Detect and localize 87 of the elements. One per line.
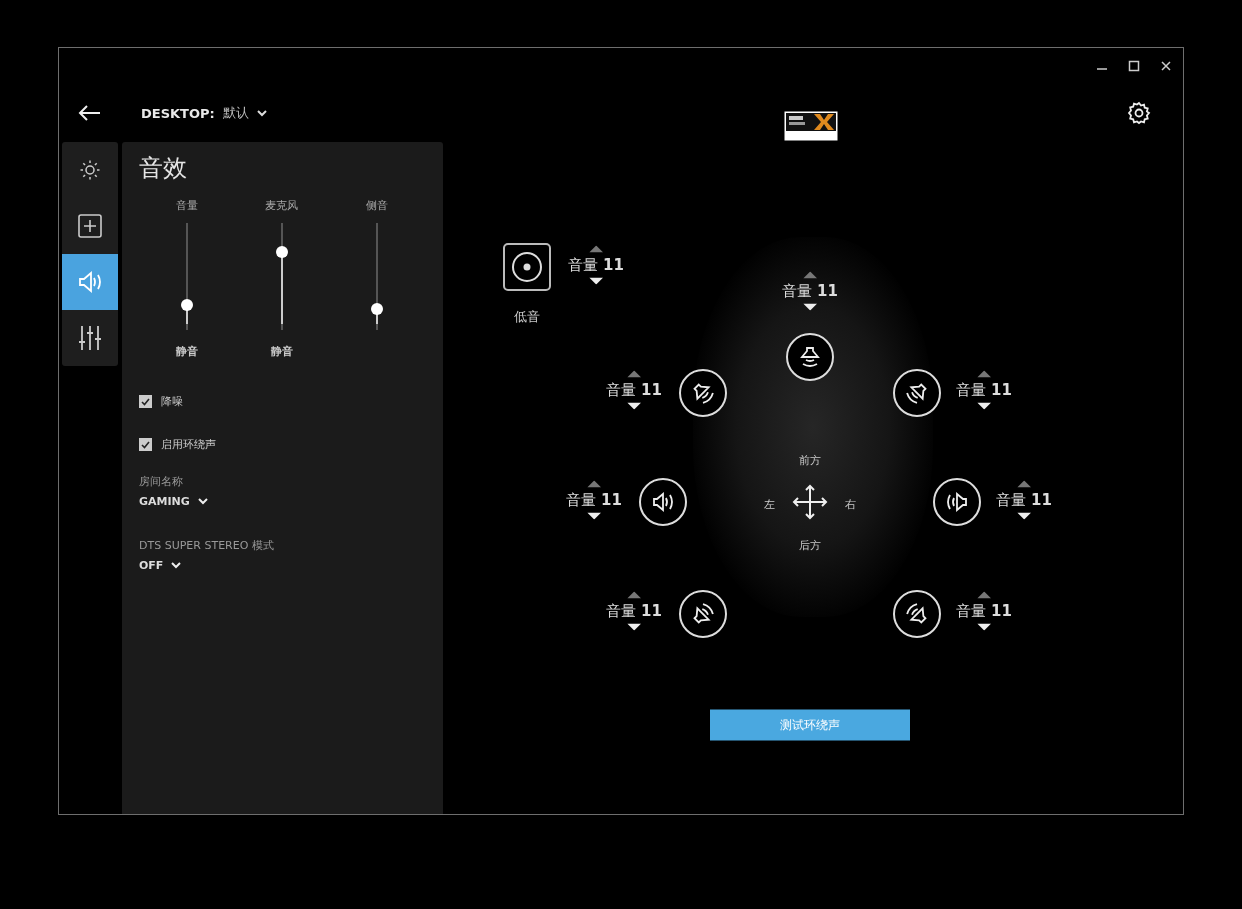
slider-label: 音量 bbox=[175, 198, 198, 213]
settings-icon bbox=[1127, 101, 1151, 125]
volume-down-button[interactable] bbox=[977, 402, 991, 410]
triangle-down-icon bbox=[803, 303, 817, 311]
volume-down-button[interactable] bbox=[1017, 512, 1031, 520]
triangle-down-icon bbox=[977, 623, 991, 631]
triangle-down-icon bbox=[587, 512, 601, 520]
slider-thumb[interactable] bbox=[370, 302, 383, 315]
direction-label: 后方 bbox=[799, 538, 821, 552]
volume-down-button[interactable] bbox=[977, 623, 991, 631]
speaker-button[interactable] bbox=[933, 478, 981, 526]
volume-up-button[interactable] bbox=[627, 591, 641, 599]
settings-button[interactable] bbox=[1127, 101, 1151, 125]
volume-label: 音量 11 bbox=[606, 380, 662, 400]
speaker-button[interactable] bbox=[679, 590, 727, 638]
volume-up-button[interactable] bbox=[803, 271, 817, 279]
volume-label: 音量 11 bbox=[956, 380, 1012, 400]
subwoofer-button[interactable] bbox=[503, 243, 551, 291]
move-icon bbox=[792, 484, 828, 520]
profile-dropdown[interactable]: DESKTOP: 默认 bbox=[141, 104, 267, 122]
dropdown[interactable]: OFF bbox=[139, 559, 182, 572]
volume-up-button[interactable] bbox=[1017, 480, 1031, 488]
volume-label: 音量 11 bbox=[996, 490, 1052, 510]
triangle-down-icon bbox=[627, 623, 641, 631]
checkbox[interactable] bbox=[139, 395, 152, 408]
triangle-up-icon bbox=[1017, 480, 1031, 488]
triangle-up-icon bbox=[977, 370, 991, 378]
logo-icon bbox=[784, 111, 838, 141]
speaker-button[interactable] bbox=[893, 590, 941, 638]
checkbox[interactable] bbox=[139, 438, 152, 451]
volume-label: 音量 11 bbox=[568, 255, 624, 275]
dropdown[interactable]: GAMING bbox=[139, 495, 208, 508]
sun-icon bbox=[79, 159, 101, 181]
chevron-down-icon bbox=[256, 109, 267, 117]
speaker-button[interactable] bbox=[639, 478, 687, 526]
close-icon bbox=[1160, 60, 1172, 72]
volume-down-button[interactable] bbox=[587, 512, 601, 520]
speaker-button[interactable] bbox=[679, 369, 727, 417]
maximize-icon bbox=[1128, 60, 1140, 72]
checkbox-label: 启用环绕声 bbox=[161, 437, 216, 452]
volume-label: 音量 11 bbox=[566, 490, 622, 510]
chevron-down-icon bbox=[197, 498, 208, 505]
triangle-up-icon bbox=[589, 245, 603, 253]
triangle-up-icon bbox=[803, 271, 817, 279]
slider-label: 侧音 bbox=[365, 198, 388, 213]
equalizer-icon bbox=[79, 325, 101, 351]
dropdown-label: DTS SUPER STEREO 模式 bbox=[139, 538, 275, 553]
volume-up-button[interactable] bbox=[977, 591, 991, 599]
triangle-down-icon bbox=[589, 277, 603, 285]
direction-label: 右 bbox=[844, 497, 856, 511]
speaker-icon bbox=[77, 271, 103, 293]
checkbox-label: 降噪 bbox=[161, 394, 183, 409]
volume-up-button[interactable] bbox=[627, 370, 641, 378]
slider-label: 麦克风 bbox=[265, 198, 298, 213]
direction-label: 前方 bbox=[799, 453, 821, 467]
direction-label: 左 bbox=[763, 497, 775, 511]
chevron-down-icon bbox=[171, 562, 182, 569]
volume-up-button[interactable] bbox=[587, 480, 601, 488]
triangle-up-icon bbox=[977, 591, 991, 599]
slider-thumb[interactable] bbox=[275, 245, 288, 258]
plus-square-icon bbox=[78, 214, 102, 238]
triangle-down-icon bbox=[627, 402, 641, 410]
back-arrow-icon bbox=[77, 104, 101, 122]
slider-reading: 静音 bbox=[175, 345, 198, 358]
triangle-down-icon bbox=[977, 402, 991, 410]
triangle-down-icon bbox=[1017, 512, 1031, 520]
volume-down-button[interactable] bbox=[589, 277, 603, 285]
subwoofer-icon bbox=[511, 251, 543, 283]
volume-label: 音量 11 bbox=[606, 601, 662, 621]
triangle-up-icon bbox=[587, 480, 601, 488]
volume-label: 音量 11 bbox=[956, 601, 1012, 621]
volume-down-button[interactable] bbox=[627, 623, 641, 631]
dropdown-label: 房间名称 bbox=[139, 474, 184, 489]
back-button[interactable] bbox=[77, 104, 101, 122]
volume-up-button[interactable] bbox=[977, 370, 991, 378]
volume-label: 音量 11 bbox=[782, 281, 838, 301]
triangle-up-icon bbox=[627, 370, 641, 378]
volume-up-button[interactable] bbox=[589, 245, 603, 253]
volume-down-button[interactable] bbox=[803, 303, 817, 311]
move-button[interactable] bbox=[792, 484, 828, 520]
panel-title: 音效 bbox=[139, 153, 188, 184]
subwoofer-label: 低音 bbox=[514, 309, 540, 324]
minimize-icon bbox=[1097, 68, 1107, 70]
volume-down-button[interactable] bbox=[627, 402, 641, 410]
slider-reading: 静音 bbox=[270, 345, 293, 358]
triangle-up-icon bbox=[627, 591, 641, 599]
slider-thumb[interactable] bbox=[180, 299, 193, 311]
